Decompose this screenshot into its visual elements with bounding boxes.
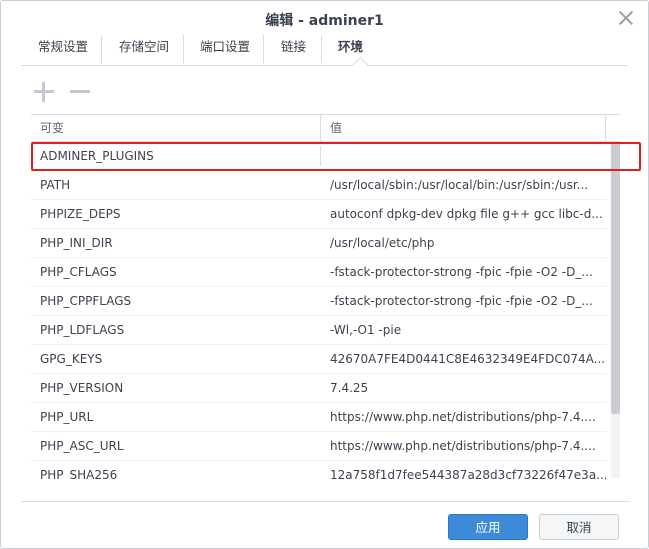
table-row[interactable]: PHP_CFLAGS -fstack-protector-strong -fpic…: [31, 258, 607, 287]
tab-label: 链接: [281, 39, 307, 54]
variable-value-cell[interactable]: [330, 142, 606, 170]
value-editor-divider: [320, 146, 321, 166]
environment-table: 可变 值 ADMINER_PLUGINS PATH/usr/local/sbin:…: [31, 114, 620, 479]
table-header: 可变 值: [31, 115, 620, 142]
dialog-title: 编辑 - adminer1: [265, 13, 384, 29]
variable-value-cell: 12a758f1d7fee544387a28d3cf73226f47e3a...: [330, 468, 606, 479]
tab-storage[interactable]: 存储空间: [101, 35, 169, 63]
tab-links[interactable]: 链接: [263, 35, 306, 63]
tab-port-settings[interactable]: 端口设置: [183, 35, 250, 63]
tab-label: 存储空间: [119, 39, 170, 54]
table-row[interactable]: PHP_SHA256 12a758f1d7fee544387a28d3cf7322…: [31, 461, 607, 479]
variable-name-cell: PHP_INI_DIR: [40, 236, 113, 250]
table-row[interactable]: ADMINER_PLUGINS: [31, 142, 607, 171]
minus-icon[interactable]: [67, 79, 93, 105]
tab-label: 端口设置: [200, 39, 251, 54]
cancel-button[interactable]: 取消: [539, 514, 619, 540]
variable-value-cell: /usr/local/sbin:/usr/local/bin:/usr/sbin…: [330, 178, 589, 192]
variable-value-cell: 42670A7FE4D0441C8E4632349E4FDC074A...: [330, 352, 606, 366]
table-row[interactable]: PHPIZE_DEPS autoconf dpkg-dev dpkg file g…: [31, 200, 607, 229]
tab-general-settings[interactable]: 常规设置: [38, 35, 88, 63]
table-row[interactable]: PHP_INI_DIR/usr/local/etc/php: [31, 229, 607, 258]
variable-name-cell: PHPIZE_DEPS: [40, 207, 121, 221]
variable-name-cell: PHP_VERSION: [40, 381, 124, 395]
variable-name-cell: PHP_LDFLAGS: [40, 323, 125, 337]
variable-name-cell: GPG_KEYS: [40, 352, 103, 366]
variable-name-cell: PHP_URL: [40, 410, 94, 424]
titlebar: 编辑 - adminer1: [1, 1, 648, 35]
variable-name-cell: PATH: [40, 178, 71, 192]
table-row[interactable]: PHP_CPPFLAGS -fstack-protector-strong -fp…: [31, 287, 607, 316]
variable-name-cell: PHP_ASC_URL: [40, 439, 124, 453]
close-icon[interactable]: [618, 10, 634, 26]
edit-dialog: 编辑 - adminer1 常规设置 存储空间 端口设置 链接 环境 可变 值 …: [0, 0, 649, 549]
variable-value-cell: -fstack-protector-strong -fpic -fpie -O2…: [330, 265, 593, 279]
table-body: ADMINER_PLUGINS PATH/usr/local/sbin:/usr/…: [31, 142, 607, 479]
table-row[interactable]: PATH/usr/local/sbin:/usr/local/bin:/usr/…: [31, 171, 607, 200]
table-row[interactable]: PHP_VERSION 7.4.25: [31, 374, 607, 403]
tab-environment[interactable]: 环境: [321, 35, 380, 73]
tab-label: 常规设置: [38, 39, 89, 54]
variable-name-cell: PHP_CPPFLAGS: [40, 294, 132, 308]
variable-value-cell: https://www.php.net/distributions/php-7.…: [330, 439, 596, 453]
variable-value-cell: -Wl,-O1 -pie: [330, 323, 402, 337]
variable-name-cell: PHP_CFLAGS: [40, 265, 117, 279]
variable-name-cell: ADMINER_PLUGINS: [40, 149, 154, 163]
column-header-variable[interactable]: 可变: [31, 115, 320, 141]
table-row[interactable]: PHP_URL https://www.php.net/distributions…: [31, 403, 607, 432]
tab-label: 环境: [338, 39, 364, 54]
variable-value-cell: 7.4.25: [330, 381, 369, 395]
variable-value-cell: /usr/local/etc/php: [330, 236, 435, 250]
tab-bar: 常规设置 存储空间 端口设置 链接 环境: [21, 35, 628, 73]
table-row[interactable]: PHP_LDFLAGS -Wl,-O1 -pie: [31, 316, 607, 345]
footer-divider: [21, 501, 630, 502]
variable-value-cell: autoconf dpkg-dev dpkg file g++ gcc libc…: [330, 207, 603, 221]
apply-button[interactable]: 应用: [448, 514, 528, 540]
variable-value-cell: -fstack-protector-strong -fpic -fpie -O2…: [330, 294, 593, 308]
variable-value-cell: https://www.php.net/distributions/php-7.…: [330, 410, 596, 424]
table-row[interactable]: GPG_KEYS 42670A7FE4D0441C8E4632349E4FDC07…: [31, 345, 607, 374]
table-row[interactable]: PHP_ASC_URL https://www.php.net/distribut…: [31, 432, 607, 461]
plus-icon[interactable]: [31, 79, 57, 105]
scrollbar-thumb[interactable]: [611, 142, 620, 414]
column-header-value[interactable]: 值: [320, 115, 610, 141]
variable-name-cell: PHP_SHA256: [40, 468, 118, 479]
